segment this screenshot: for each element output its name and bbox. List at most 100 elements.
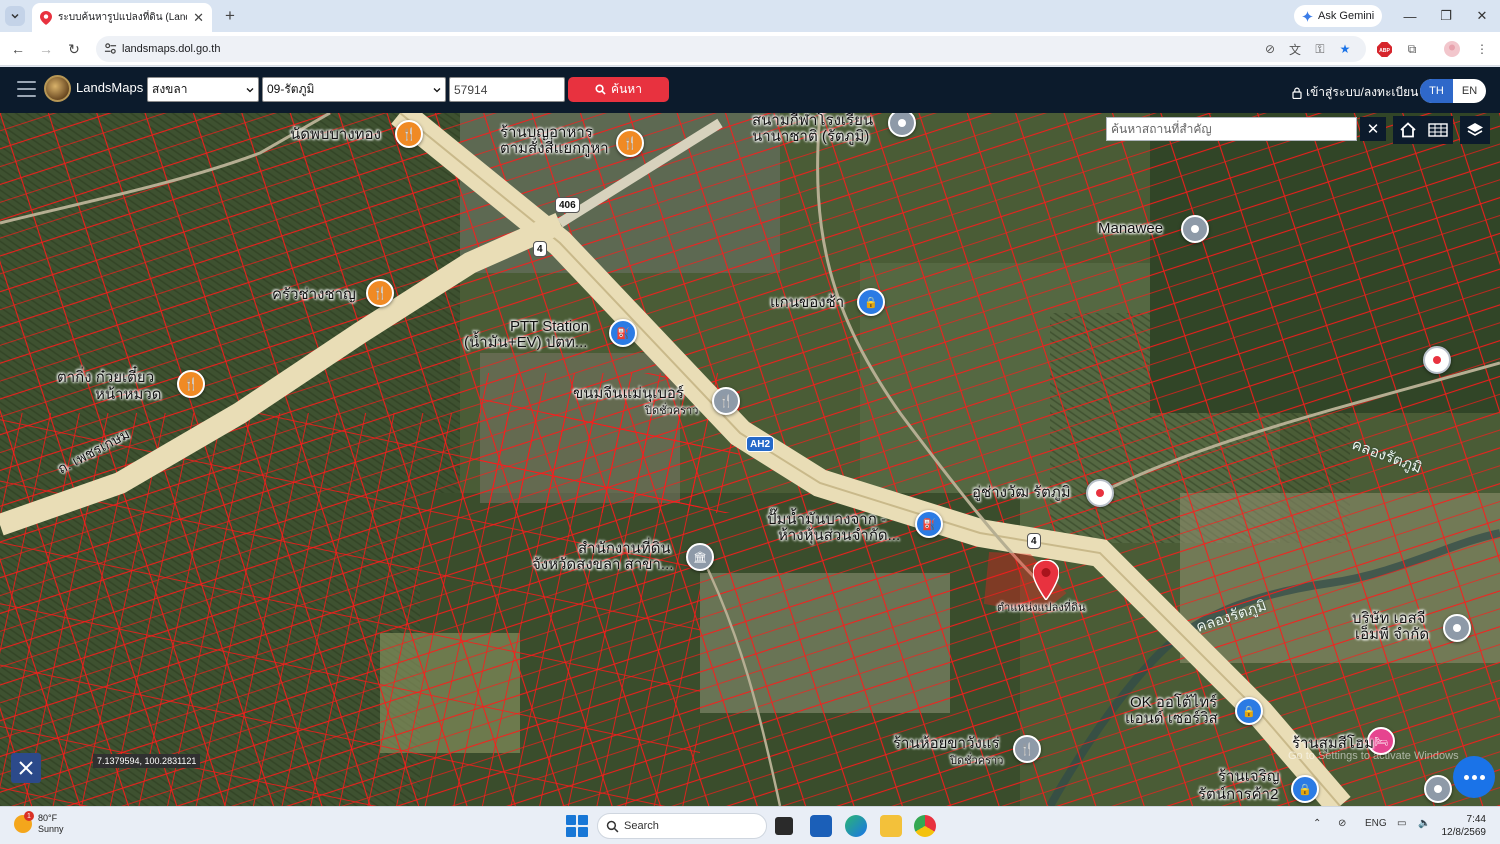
tab-close-icon[interactable]: ✕ [193,10,204,26]
parcel-number-input[interactable]: 57914 [449,77,565,102]
restaurant-pin-icon[interactable]: 🍴 [395,120,423,148]
poi-label: PTT Station [510,318,589,335]
restaurant-pin-icon[interactable]: 🍴 [616,129,644,157]
clear-search-icon[interactable]: ✕ [1360,117,1386,141]
input-language[interactable]: ENG [1365,818,1387,829]
volume-icon[interactable]: 🔈 [1418,818,1430,829]
restaurant-pin-icon[interactable]: 🍴 [712,387,740,415]
poi-label: OK ออโต้ไทร์ [1130,694,1218,711]
gas-station-pin-icon[interactable]: ⛽ [609,319,637,347]
profile-avatar[interactable] [1444,41,1460,57]
tab-title: ระบบค้นหารูปแปลงที่ดิน (LandsMaps) [58,12,187,23]
province-select[interactable]: สงขลา [147,77,259,102]
translate-icon[interactable]: 文 [1287,41,1303,57]
weather-widget[interactable]: 1 80°F Sunny [14,811,64,835]
more-options-fab[interactable] [1453,756,1495,798]
shop-pin-icon[interactable]: 🔒 [1291,775,1319,803]
adblock-extension-icon[interactable]: ABP [1376,41,1392,57]
restaurant-pin-icon[interactable]: 🍴 [366,279,394,307]
new-tab-button[interactable]: + [220,6,240,26]
ruler-pencil-icon [19,761,33,775]
gas-station-pin-icon[interactable]: ⛽ [915,510,943,538]
landmark-search-input[interactable]: ค้นหาสถานที่สำคัญ [1106,117,1357,141]
search-icon [606,820,619,833]
map-canvas[interactable]: 406 4 AH2 4 ถ. เพชรเกษม 🍴 🍴 🍴 🔒 ⛽ 🍴 🍴 ⛽ … [0,113,1500,806]
place-pin-icon[interactable] [1423,346,1451,374]
search-button[interactable]: ค้นหา [568,77,669,102]
shop-pin-icon[interactable]: 🔒 [1235,697,1263,725]
close-window-icon[interactable]: ✕ [1472,6,1492,26]
display-icon[interactable]: ▭ [1397,818,1406,829]
dol-logo [44,75,71,102]
poi-sublabel: จังหวัดสงขลา สาขา... [532,556,674,573]
place-pin-icon[interactable] [1424,775,1452,803]
weather-condition: Sunny [38,824,64,834]
poi-sublabel: เอ็มพี จำกัด [1355,626,1430,643]
site-settings-icon[interactable] [104,42,117,55]
poi-label: บริษัท เอสจี [1352,610,1426,627]
address-bar[interactable]: landsmaps.dol.go.th [96,36,1366,62]
sun-icon: 1 [14,811,34,833]
poi-sublabel: หน้าหมวด [95,386,162,403]
reload-icon[interactable]: ↻ [64,39,84,59]
task-view-icon[interactable] [775,817,793,835]
poi-label: ขนมจีนแม่นุเบอร์ [573,385,684,402]
edge-browser-icon[interactable] [845,815,867,837]
route-4-shield-2: 4 [1027,533,1041,549]
layers-icon [1467,123,1483,136]
site-header: LandsMaps สงขลา 09-รัตภูมิ 57914 ค้นหา เ… [0,67,1500,113]
ask-gemini-label: Ask Gemini [1318,10,1375,22]
parcel-location-marker-icon[interactable] [1033,560,1059,600]
bookmark-star-icon[interactable]: ★ [1337,41,1353,57]
place-pin-icon[interactable] [1181,215,1209,243]
shop-pin-icon[interactable]: 🔒 [857,288,885,316]
poi-sublabel: ห้างหุ้นส่วนจำกัด... [778,527,901,544]
place-pin-icon[interactable] [1443,614,1471,642]
ask-gemini-button[interactable]: Ask Gemini [1294,5,1383,27]
minimize-icon[interactable]: — [1400,6,1420,26]
home-button[interactable] [1393,116,1423,144]
restore-icon[interactable]: ❐ [1436,6,1456,26]
poi-label: นัดพบบางทอง [290,126,381,143]
chrome-browser-icon[interactable] [914,815,936,837]
activate-windows-watermark: Go to Settings to activate Windows [1288,750,1459,762]
taskbar-search[interactable]: Search [597,813,767,839]
measure-tool-button[interactable] [11,753,41,783]
browser-tab-active[interactable]: ระบบค้นหารูปแปลงที่ดิน (LandsMaps) ✕ [32,3,212,32]
grid-toggle-button[interactable] [1423,116,1453,144]
system-clock[interactable]: 7:44 12/8/2569 [1438,813,1487,839]
back-arrow-icon[interactable]: ← [8,39,28,59]
poi-sublabel: (น้ำมัน+EV) ปตท... [464,334,588,351]
lang-th-button[interactable]: TH [1420,79,1453,103]
government-office-pin-icon[interactable]: 🏛 [686,543,714,571]
file-explorer-icon[interactable] [880,815,902,837]
restaurant-pin-icon[interactable]: 🍴 [177,370,205,398]
tab-search-menu-button[interactable] [5,6,25,26]
login-link[interactable]: เข้าสู่ระบบ/ลงทะเบียน [1292,83,1418,102]
more-menu-icon[interactable]: ⋮ [1474,41,1490,57]
poi-label: ครัวช่างชาญ [272,286,356,303]
hamburger-menu-icon[interactable] [17,81,36,97]
language-toggle[interactable]: TH EN [1420,79,1486,103]
windows-start-icon[interactable] [566,815,588,837]
parcel-location-label: ตำแหน่งแปลงที่ดิน [997,602,1086,614]
poi-label: ร้านเจริญ [1218,768,1280,785]
network-off-icon[interactable]: ⊘ [1338,818,1346,829]
tracking-off-icon[interactable]: ⊘ [1262,41,1278,57]
route-406-shield: 406 [555,197,580,213]
restaurant-pin-icon[interactable]: 🍴 [1013,735,1041,763]
password-key-icon[interactable]: ⚿ [1312,41,1328,57]
layers-button[interactable] [1460,116,1490,144]
clock-time: 7:44 [1466,814,1486,825]
poi-sublabel: แอนด์ เซอร์วิส [1125,710,1218,727]
store-icon[interactable] [810,815,832,837]
browser-tab-bar: ระบบค้นหารูปแปลงที่ดิน (LandsMaps) ✕ + A… [0,0,1500,32]
district-select[interactable]: 09-รัตภูมิ [262,77,446,102]
extensions-puzzle-icon[interactable]: ⧉ [1404,41,1420,57]
chevron-down-icon [11,13,19,19]
place-pin-icon[interactable] [1086,479,1114,507]
lang-en-button[interactable]: EN [1453,79,1486,103]
forward-arrow-icon[interactable]: → [36,39,56,59]
dot-icon [1463,774,1469,780]
chevron-up-icon[interactable]: ⌃ [1313,818,1321,829]
